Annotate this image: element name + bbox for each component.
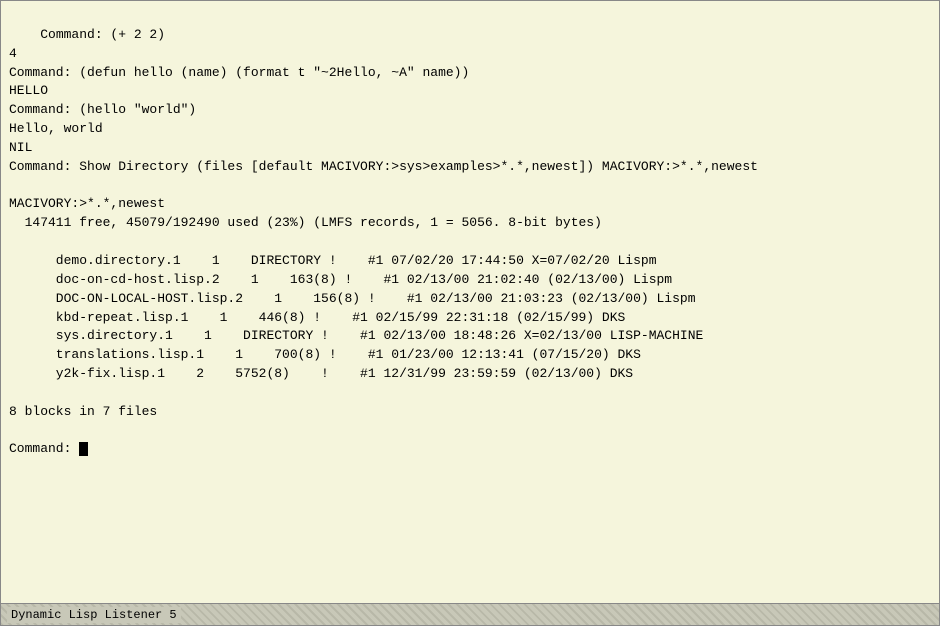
status-label: Dynamic Lisp Listener 5 [7,607,181,623]
cursor [79,442,88,456]
terminal-line-1: Command: (+ 2 2) 4 Command: (defun hello… [9,27,758,457]
terminal-window: Command: (+ 2 2) 4 Command: (defun hello… [0,0,940,626]
terminal-content[interactable]: Command: (+ 2 2) 4 Command: (defun hello… [1,1,939,603]
status-bar: Dynamic Lisp Listener 5 [1,603,939,625]
